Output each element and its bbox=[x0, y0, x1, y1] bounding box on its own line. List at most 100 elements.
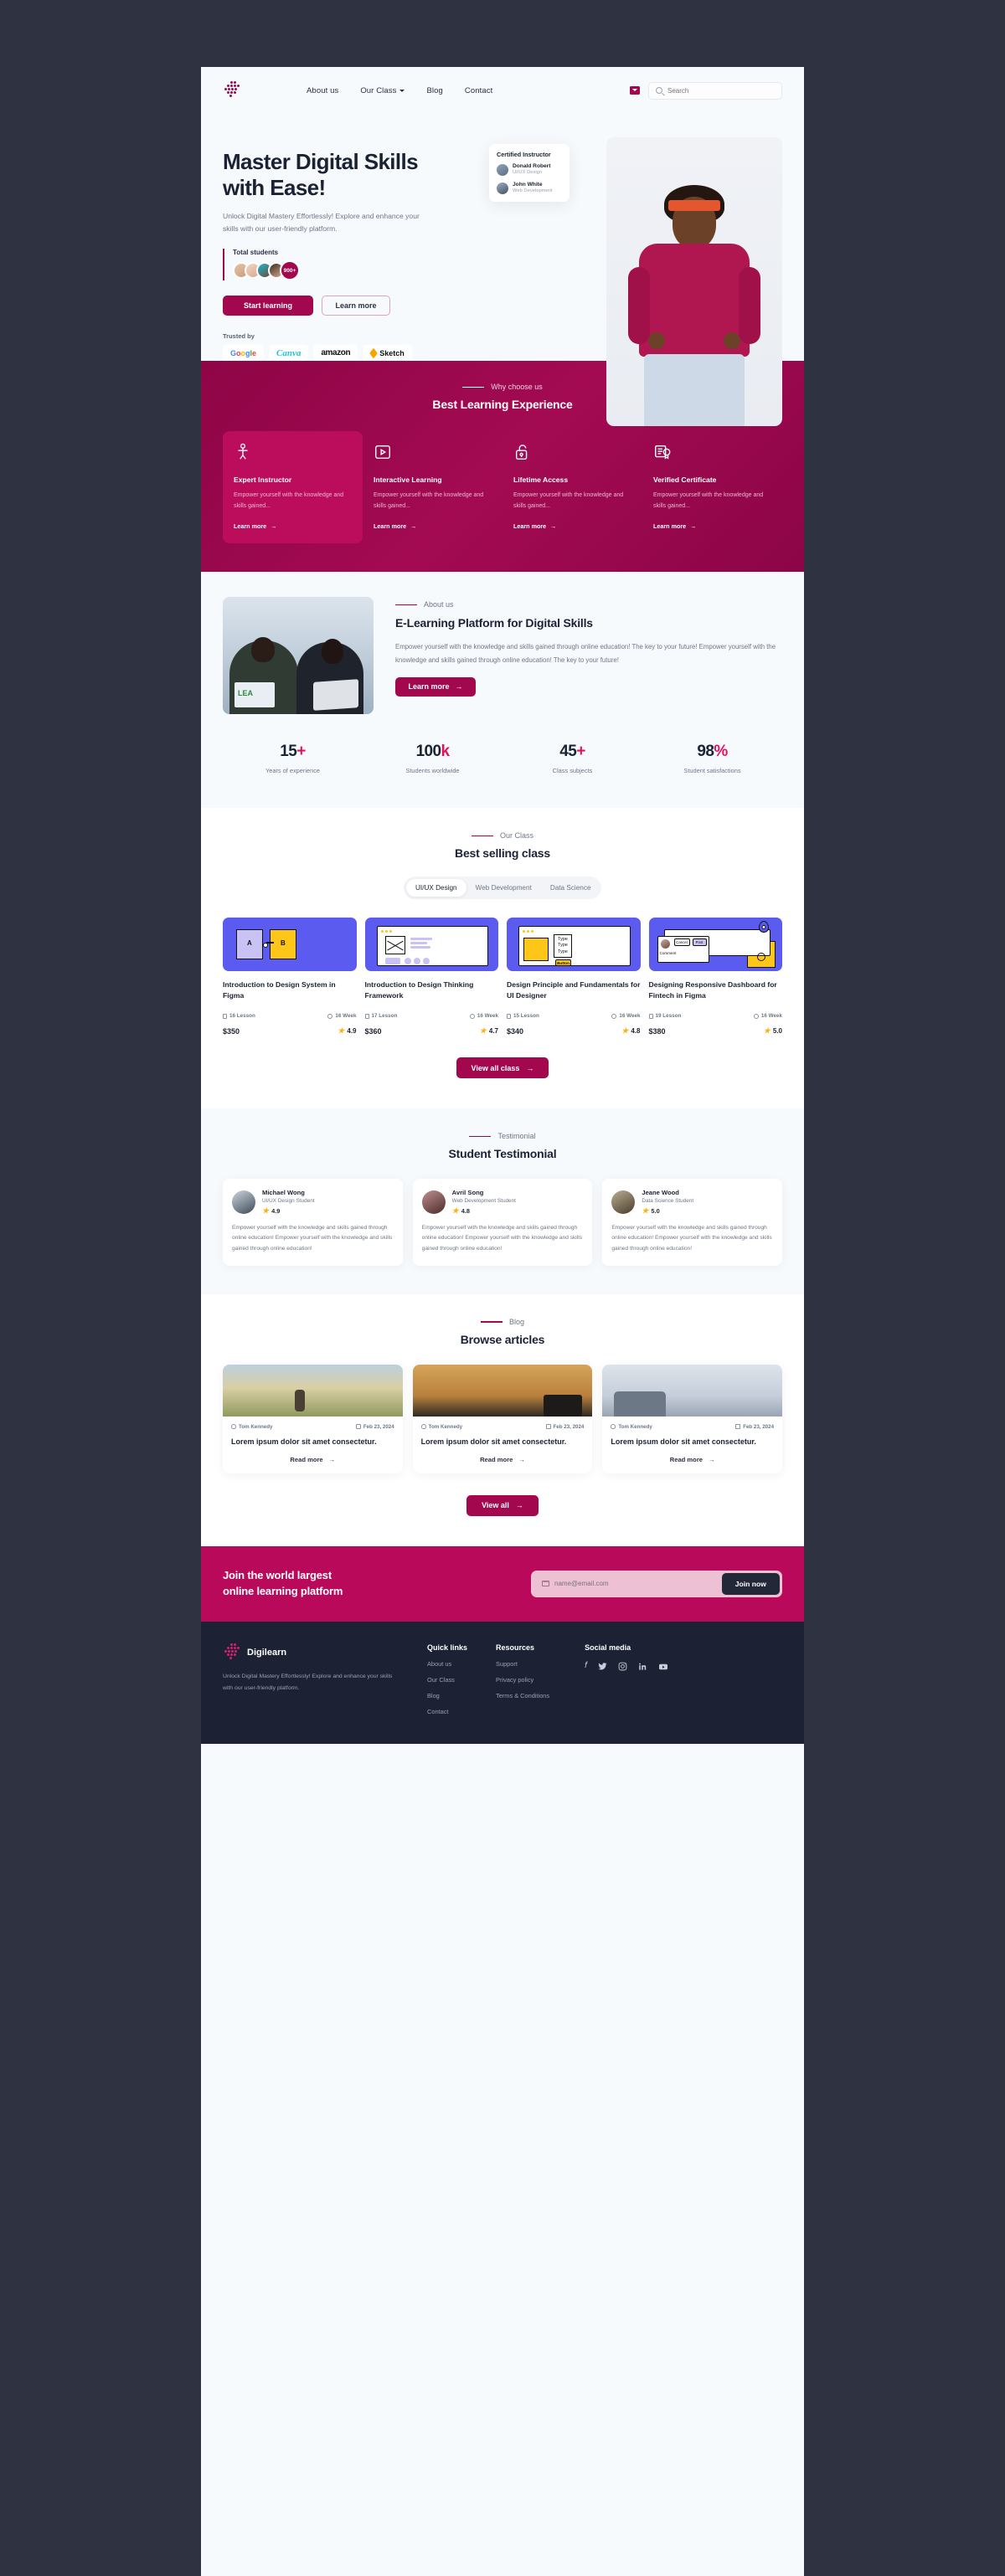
youtube-icon[interactable] bbox=[658, 1662, 668, 1672]
stat-value: 98 bbox=[697, 743, 714, 761]
feature-card-lifetime-access[interactable]: Lifetime Access Empower yourself with th… bbox=[502, 431, 642, 543]
instructor-name: John White bbox=[513, 181, 543, 188]
blog-author: Tom Kennedy bbox=[428, 1423, 463, 1430]
view-all-class-button[interactable]: View all class → bbox=[456, 1057, 549, 1079]
footer-quick-links: Quick links About us Our Class Blog Cont… bbox=[427, 1643, 467, 1715]
facebook-icon[interactable]: 𝑓 bbox=[585, 1661, 587, 1672]
email-field[interactable] bbox=[554, 1580, 714, 1588]
avatar bbox=[611, 1190, 636, 1215]
footer-link-privacy-policy[interactable]: Privacy policy bbox=[496, 1676, 549, 1684]
logo-icon bbox=[223, 1643, 241, 1662]
feature-card-expert-instructor[interactable]: Expert Instructor Empower yourself with … bbox=[223, 431, 363, 544]
arrow-right-icon: → bbox=[550, 522, 557, 531]
blog-card[interactable]: Tom Kennedy Feb 23, 2024 Lorem ipsum dol… bbox=[412, 1364, 593, 1473]
tab-web-development[interactable]: Web Development bbox=[466, 879, 541, 897]
class-meta: 16 Lesson 16 Week bbox=[223, 1013, 357, 1019]
class-card[interactable]: Type Type Type Button Design Principle a… bbox=[507, 918, 641, 1036]
footer-logo[interactable]: Digilearn bbox=[223, 1643, 399, 1662]
instructor-row: John White Web Development bbox=[497, 182, 562, 195]
avatar bbox=[497, 163, 508, 176]
footer-link-support[interactable]: Support bbox=[496, 1660, 549, 1668]
canva-logo: Canva bbox=[269, 345, 309, 362]
eyebrow-label: About us bbox=[424, 600, 454, 609]
join-now-button[interactable]: Join now bbox=[721, 1572, 780, 1595]
tab-data-science[interactable]: Data Science bbox=[541, 879, 600, 897]
search-box[interactable] bbox=[648, 81, 782, 100]
testimonial-section: Testimonial Student Testimonial Michael … bbox=[201, 1108, 804, 1294]
read-more-link[interactable]: Read more → bbox=[611, 1456, 774, 1463]
blog-post-list: Tom Kennedy Feb 23, 2024 Lorem ipsum dol… bbox=[223, 1364, 783, 1473]
feature-learn-more-link[interactable]: Learn more → bbox=[653, 522, 771, 530]
stat-caption: Student satisfactions bbox=[683, 767, 741, 775]
feature-card-interactive-learning[interactable]: Interactive Learning Empower yourself wi… bbox=[363, 431, 502, 543]
class-price: $340 bbox=[507, 1026, 524, 1036]
feature-desc: Empower yourself with the knowledge and … bbox=[234, 492, 344, 510]
calendar-icon bbox=[355, 1424, 361, 1430]
about-section: About us E-Learning Platform for Digital… bbox=[201, 572, 804, 715]
stat-caption: Class subjects bbox=[552, 767, 593, 775]
trusted-by: Trusted by Google Canva amazon Sketch bbox=[223, 332, 499, 362]
about-title: E-Learning Platform for Digital Skills bbox=[395, 616, 593, 630]
instructor-card-title: Certified Instructor bbox=[497, 151, 551, 158]
arrow-right-icon: → bbox=[410, 522, 417, 531]
linkedin-icon[interactable] bbox=[638, 1662, 647, 1671]
about-image bbox=[223, 597, 374, 715]
star-icon: ★ bbox=[621, 1026, 629, 1036]
stat-students-worldwide: 100k Students worldwide bbox=[363, 743, 502, 774]
feature-card-verified-certificate[interactable]: Verified Certificate Empower yourself wi… bbox=[642, 431, 782, 543]
about-body: Empower yourself with the knowledge and … bbox=[395, 643, 776, 664]
blog-meta: Tom Kennedy Feb 23, 2024 bbox=[420, 1423, 584, 1430]
arrow-right-icon: → bbox=[526, 1063, 534, 1072]
avatar bbox=[421, 1190, 446, 1215]
nav-item-our-class[interactable]: Our Class bbox=[360, 86, 405, 95]
footer-heading: Social media bbox=[585, 1643, 631, 1652]
about-learn-more-button[interactable]: Learn more → bbox=[395, 676, 476, 697]
feature-learn-more-link[interactable]: Learn more → bbox=[513, 522, 631, 530]
footer-link-our-class[interactable]: Our Class bbox=[427, 1676, 467, 1684]
feature-title: Lifetime Access bbox=[513, 476, 569, 485]
feature-learn-more-link[interactable]: Learn more → bbox=[234, 522, 352, 530]
footer-link-blog[interactable]: Blog bbox=[427, 1692, 467, 1699]
header-actions bbox=[630, 81, 782, 100]
testimonial-card: Avril Song Web Development Student ★ 4.8 … bbox=[412, 1179, 593, 1266]
footer-link-terms-conditions[interactable]: Terms & Conditions bbox=[496, 1692, 549, 1699]
class-meta: 17 Lesson 16 Week bbox=[364, 1013, 498, 1019]
learn-more-button[interactable]: Learn more bbox=[322, 296, 390, 316]
logo-icon[interactable] bbox=[223, 81, 241, 100]
class-card[interactable]: A B Introduction to Design System in Fig… bbox=[223, 918, 357, 1036]
instagram-icon[interactable] bbox=[618, 1662, 627, 1671]
tab-ui-ux-design[interactable]: UI/UX Design bbox=[406, 879, 466, 897]
class-card[interactable]: Comment Cancel Post Designing Responsive… bbox=[648, 918, 782, 1036]
social-icon-list: 𝑓 bbox=[585, 1661, 668, 1672]
arrow-right-icon: → bbox=[709, 1455, 715, 1463]
arrow-right-icon: → bbox=[328, 1455, 336, 1463]
section-title: Best selling class bbox=[455, 846, 550, 861]
footer-link-contact[interactable]: Contact bbox=[427, 1708, 467, 1715]
footer-brand-name: Digilearn bbox=[247, 1647, 287, 1658]
twitter-icon[interactable] bbox=[598, 1662, 607, 1671]
footer-link-about-us[interactable]: About us bbox=[427, 1660, 467, 1668]
start-learning-button[interactable]: Start learning bbox=[223, 296, 313, 316]
blog-card[interactable]: Tom Kennedy Feb 23, 2024 Lorem ipsum dol… bbox=[223, 1364, 403, 1473]
view-all-button[interactable]: View all → bbox=[466, 1494, 539, 1516]
site-header: About us Our Class Blog Contact bbox=[201, 67, 804, 114]
section-title: Student Testimonial bbox=[448, 1147, 557, 1161]
section-title: Browse articles bbox=[460, 1332, 545, 1346]
blog-image bbox=[602, 1364, 783, 1417]
nav-item-contact[interactable]: Contact bbox=[465, 86, 492, 95]
nav-item-blog[interactable]: Blog bbox=[426, 86, 442, 95]
feature-learn-more-link[interactable]: Learn more → bbox=[374, 522, 492, 530]
stat-years-of-experience: 15+ Years of experience bbox=[223, 743, 363, 774]
language-selector[interactable] bbox=[630, 86, 640, 95]
blog-card[interactable]: Tom Kennedy Feb 23, 2024 Lorem ipsum dol… bbox=[602, 1364, 783, 1473]
search-input[interactable] bbox=[667, 86, 775, 95]
read-more-link[interactable]: Read more → bbox=[231, 1456, 394, 1463]
read-more-link[interactable]: Read more → bbox=[421, 1456, 585, 1463]
class-card[interactable]: Introduction to Design Thinking Framewor… bbox=[364, 918, 498, 1036]
hero-subtitle: Unlock Digital Mastery Effortlessly! Exp… bbox=[223, 212, 420, 234]
cta-title-line2: online learning platform bbox=[223, 1584, 343, 1597]
page-title: Master Digital Skills with Ease! bbox=[223, 149, 499, 200]
testimonial-role: UI/UX Design Student bbox=[262, 1198, 315, 1205]
nav-item-about-us[interactable]: About us bbox=[307, 86, 338, 95]
class-title: Introduction to Design Thinking Framewor… bbox=[364, 980, 474, 1000]
